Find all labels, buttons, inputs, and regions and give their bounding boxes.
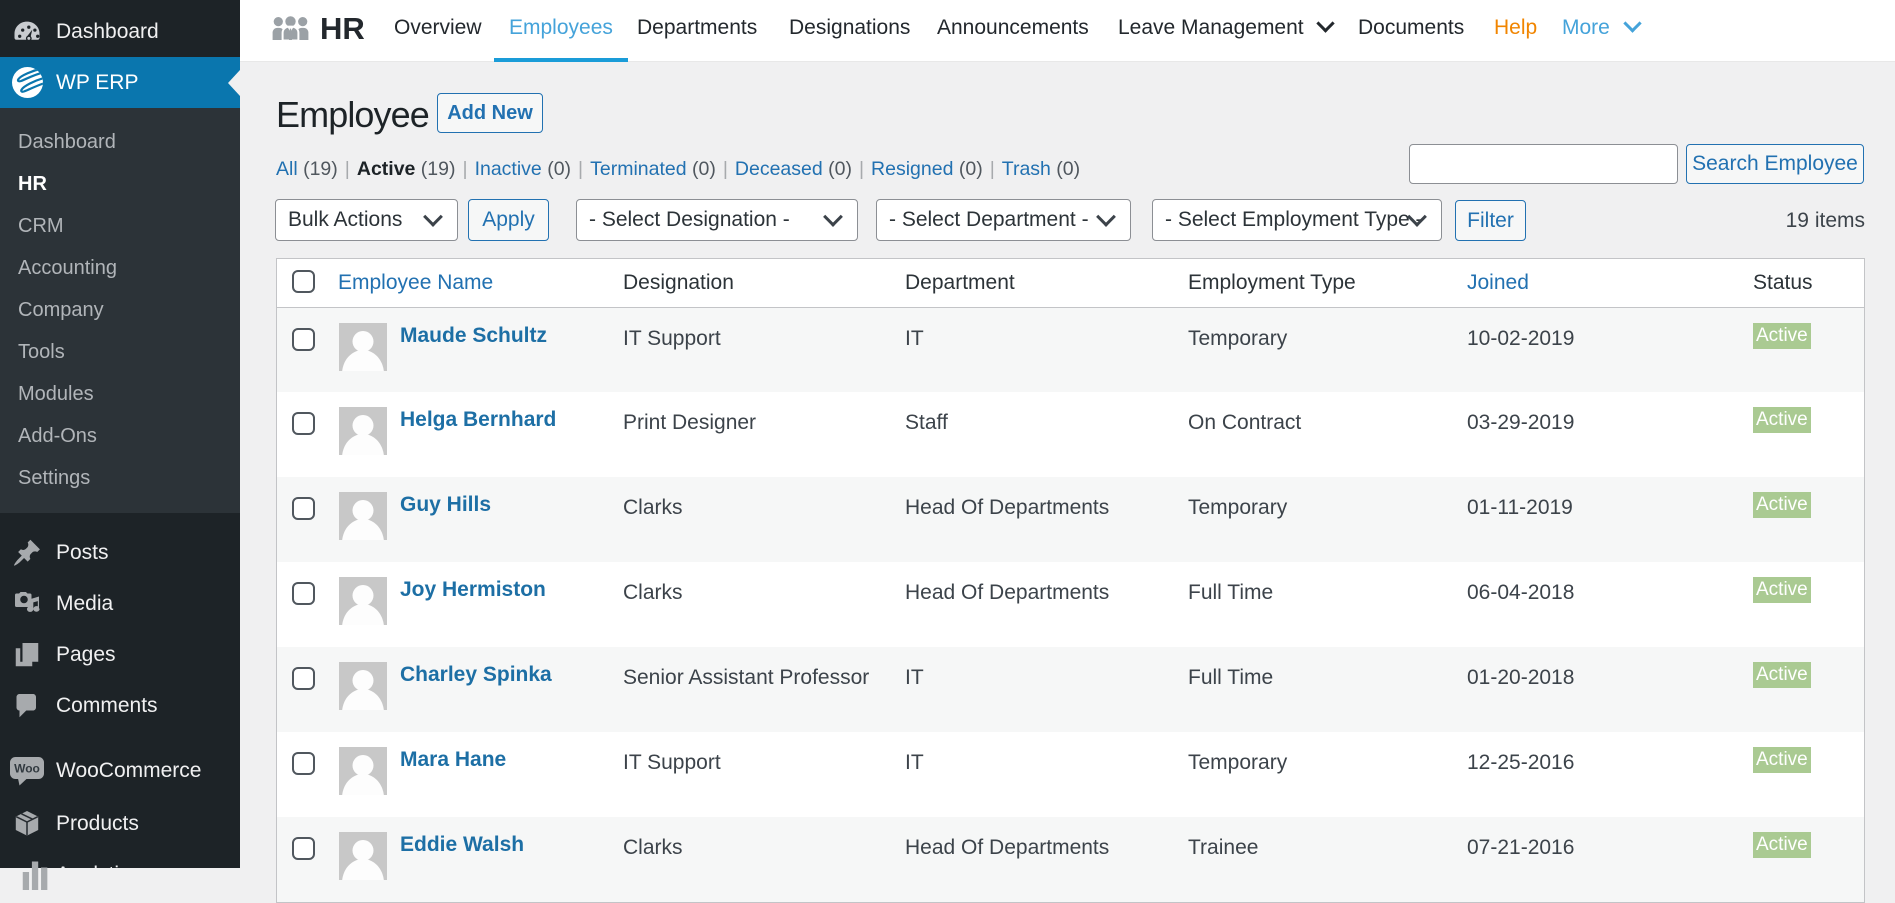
- svg-text:Woo: Woo: [14, 762, 40, 776]
